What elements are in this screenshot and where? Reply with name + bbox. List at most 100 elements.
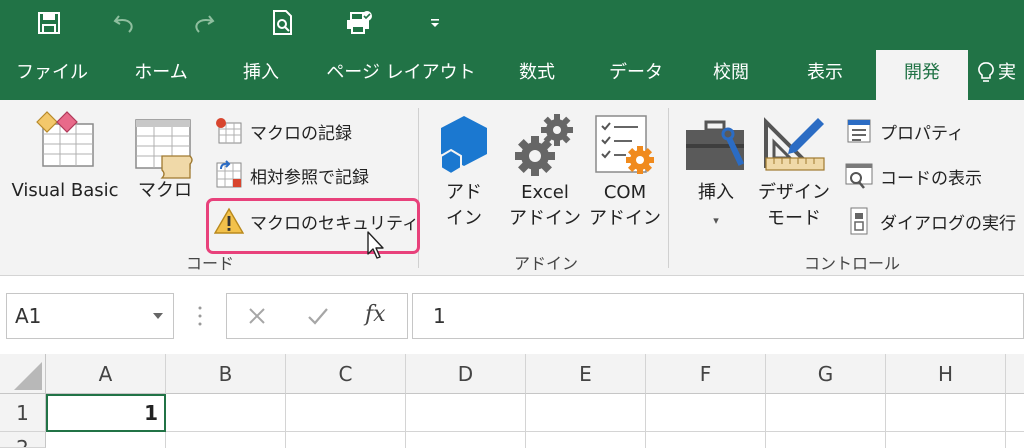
cell-h2[interactable]	[886, 432, 1006, 448]
column-header-g[interactable]: G	[766, 354, 886, 394]
enter-check-icon[interactable]	[307, 306, 329, 326]
excel-addins-button[interactable]: Excel アドイン	[506, 108, 584, 248]
tab-insert[interactable]: 挿入	[222, 46, 300, 100]
tab-data[interactable]: データ	[594, 46, 678, 100]
cell-g2[interactable]	[766, 432, 886, 448]
insert-control-dropdown-arrow: ▾	[713, 214, 719, 227]
tab-home[interactable]: ホーム	[116, 46, 206, 100]
chevron-down-icon[interactable]	[153, 313, 163, 319]
name-box-value: A1	[15, 304, 42, 328]
tab-formulas[interactable]: 数式	[500, 46, 574, 100]
row-header-1[interactable]: 1	[0, 394, 46, 432]
com-addins-button[interactable]: COM アドイン	[588, 108, 662, 248]
developer-ribbon: Visual Basic マクロ マクロの記録 相対参照で記録 マクロのセキュリ…	[0, 100, 1024, 276]
column-header-f[interactable]: F	[646, 354, 766, 394]
formula-input[interactable]: 1	[412, 293, 1024, 339]
relative-reference-button[interactable]: 相対参照で記録	[214, 158, 369, 192]
insert-control-label: 挿入	[698, 182, 734, 203]
column-header-e[interactable]: E	[526, 354, 646, 394]
toolbox-icon	[686, 120, 745, 170]
gears-icon	[515, 114, 573, 176]
cell-i1[interactable]	[1006, 394, 1024, 432]
macros-button[interactable]: マクロ	[128, 108, 202, 238]
addins-label-line1: アド	[446, 182, 482, 203]
formula-buttons: fx	[226, 293, 408, 339]
record-macro-button[interactable]: マクロの記録	[214, 114, 352, 148]
cell-a2[interactable]	[46, 432, 166, 448]
addins-label-line2: イン	[446, 208, 482, 229]
cell-c2[interactable]	[286, 432, 406, 448]
insert-function-button[interactable]: fx	[365, 302, 386, 327]
column-header-a[interactable]: A	[46, 354, 166, 394]
cell-f1[interactable]	[646, 394, 766, 432]
name-box[interactable]: A1	[6, 293, 174, 339]
excel-addins-label-line2: アドイン	[509, 208, 581, 229]
properties-button[interactable]: プロパティ	[844, 114, 964, 148]
run-dialog-label: ダイアログの実行	[880, 213, 1016, 234]
relative-reference-icon	[214, 160, 244, 190]
column-header-b[interactable]: B	[166, 354, 286, 394]
row-header-2[interactable]: 2	[0, 432, 46, 448]
undo-icon[interactable]	[108, 6, 142, 40]
design-mode-button[interactable]: デザイン モード	[758, 108, 830, 248]
mouse-cursor-icon	[367, 231, 384, 259]
view-code-icon	[844, 161, 874, 191]
properties-label: プロパティ	[880, 123, 964, 144]
column-header-partial[interactable]	[1006, 354, 1024, 394]
run-dialog-icon	[844, 206, 874, 236]
quick-print-icon[interactable]	[342, 6, 376, 40]
addins-group-label: アドイン	[513, 254, 578, 273]
customize-qat-icon[interactable]	[418, 6, 452, 40]
run-dialog-button[interactable]: ダイアログの実行	[844, 204, 1016, 238]
group-divider	[668, 108, 669, 268]
column-header-c[interactable]: C	[286, 354, 406, 394]
quick-access-toolbar	[0, 0, 1024, 46]
visual-basic-label: Visual Basic	[11, 180, 119, 201]
cell-d2[interactable]	[406, 432, 526, 448]
addins-button[interactable]: アド イン	[426, 108, 502, 248]
column-header-h[interactable]: H	[886, 354, 1006, 394]
design-mode-label-line2: モード	[767, 208, 821, 229]
visual-basic-button[interactable]: Visual Basic	[6, 108, 124, 238]
tab-developer[interactable]: 開発	[876, 50, 968, 100]
tab-review[interactable]: 校閲	[694, 46, 768, 100]
cell-g1[interactable]	[766, 394, 886, 432]
lightbulb-icon	[978, 62, 994, 82]
com-addins-icon	[595, 115, 654, 174]
macros-icon	[135, 119, 193, 179]
record-macro-icon	[214, 116, 244, 146]
relative-reference-label: 相対参照で記録	[250, 167, 369, 188]
redo-icon[interactable]	[186, 6, 220, 40]
column-header-d[interactable]: D	[406, 354, 526, 394]
tab-tell-me[interactable]: 実	[978, 46, 1024, 100]
com-addins-label-line1: COM	[603, 182, 647, 203]
cell-a1[interactable]: 1	[46, 394, 166, 432]
cell-d1[interactable]	[406, 394, 526, 432]
cell-f2[interactable]	[646, 432, 766, 448]
record-macro-label: マクロの記録	[250, 123, 352, 144]
com-addins-label-line2: アドイン	[589, 208, 661, 229]
cell-e2[interactable]	[526, 432, 646, 448]
cell-b1[interactable]	[166, 394, 286, 432]
select-all-corner[interactable]	[0, 354, 46, 394]
tab-page-layout[interactable]: ページ レイアウト	[322, 46, 480, 100]
ribbon-tabs: ファイル ホーム 挿入 ページ レイアウト 数式 データ 校閲 表示 開発 実	[0, 46, 1024, 100]
controls-group-label: コントロール	[803, 254, 900, 273]
cell-c1[interactable]	[286, 394, 406, 432]
view-code-button[interactable]: コードの表示	[844, 159, 982, 193]
save-icon[interactable]	[32, 6, 66, 40]
excel-addins-label-line1: Excel	[521, 182, 569, 203]
tab-file[interactable]: ファイル	[0, 46, 104, 100]
tell-me-label: 実	[998, 62, 1016, 83]
insert-control-button[interactable]: 挿入 ▾	[680, 108, 752, 248]
view-code-label: コードの表示	[880, 168, 982, 189]
print-preview-icon[interactable]	[266, 6, 300, 40]
cell-h1[interactable]	[886, 394, 1006, 432]
cell-b2[interactable]	[166, 432, 286, 448]
cell-e1[interactable]	[526, 394, 646, 432]
visual-basic-icon	[36, 111, 94, 167]
tab-view[interactable]: 表示	[788, 46, 862, 100]
design-mode-label-line1: デザイン	[758, 182, 830, 203]
macros-label: マクロ	[138, 180, 192, 201]
cancel-icon[interactable]	[247, 306, 267, 326]
